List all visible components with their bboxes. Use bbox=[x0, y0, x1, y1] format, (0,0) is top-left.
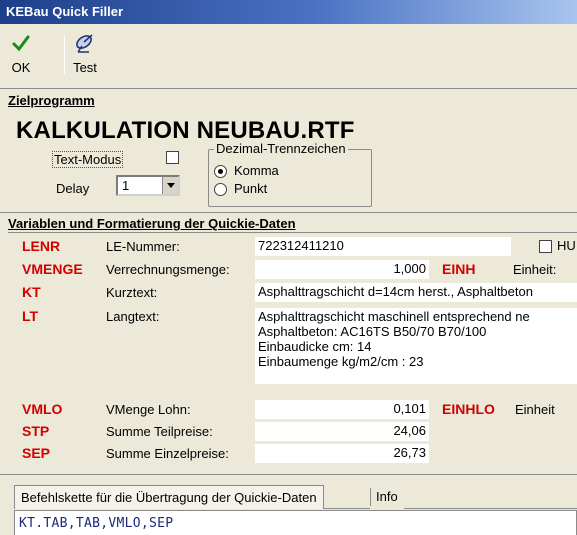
code-sep: SEP bbox=[22, 445, 51, 461]
radio-punkt[interactable] bbox=[214, 183, 227, 196]
lt-line: Asphaltbeton: AC16TS B50/70 B70/100 bbox=[258, 324, 487, 339]
label-stp: Summe Teilpreise: bbox=[106, 424, 213, 439]
lt-line: Asphalttragschicht maschinell entspreche… bbox=[258, 309, 530, 324]
tab-command-chain[interactable]: Befehlskette für die Übertragung der Qui… bbox=[14, 485, 324, 509]
satellite-dish-icon bbox=[76, 34, 93, 53]
test-button[interactable]: Test bbox=[68, 30, 102, 82]
label-lenr: LE-Nummer: bbox=[106, 239, 180, 254]
tab-strip: Befehlskette für die Übertragung der Qui… bbox=[14, 485, 577, 509]
radio-punkt-label: Punkt bbox=[234, 181, 268, 196]
label-lt: Langtext: bbox=[106, 309, 160, 324]
hu-checkbox[interactable] bbox=[539, 240, 552, 253]
label-vmlo: VMenge Lohn: bbox=[106, 402, 191, 417]
label-vmenge: Verrechnungsmenge: bbox=[106, 262, 230, 277]
radio-komma-label: Komma bbox=[234, 163, 279, 178]
lt-line: Einbaudicke cm: 14 bbox=[258, 339, 372, 354]
lt-line: Einbaumenge kg/m2/cm : 23 bbox=[258, 354, 424, 369]
value-kt[interactable]: Asphalttragschicht d=14cm herst., Asphal… bbox=[255, 283, 577, 302]
divider bbox=[0, 212, 577, 213]
variables-section-title: Variablen und Formatierung der Quickie-D… bbox=[8, 216, 296, 231]
target-section-title: Zielprogramm bbox=[8, 93, 95, 108]
delay-label: Delay bbox=[56, 181, 90, 196]
delay-select[interactable]: 1 bbox=[116, 175, 180, 196]
code-lt: LT bbox=[22, 308, 39, 324]
app-window: KEBau Quick Filler OK Test Zielprogramm … bbox=[0, 0, 577, 535]
label-einheit: Einheit: bbox=[513, 262, 557, 277]
value-lenr[interactable]: 722312411210 bbox=[255, 237, 511, 256]
decimal-group-title: Dezimal-Trennzeichen bbox=[214, 141, 348, 156]
title-bar: KEBau Quick Filler bbox=[0, 0, 577, 24]
code-kt: KT bbox=[22, 284, 41, 300]
window-title: KEBau Quick Filler bbox=[6, 4, 124, 19]
code-vmenge: VMENGE bbox=[22, 261, 83, 277]
checkmark-icon bbox=[12, 35, 30, 52]
toolbar: OK Test bbox=[0, 24, 577, 86]
chevron-down-icon[interactable] bbox=[162, 177, 178, 194]
code-lenr: LENR bbox=[22, 238, 61, 254]
divider bbox=[0, 474, 577, 475]
label-einheit-lohn: Einheit bbox=[515, 402, 555, 417]
value-stp[interactable]: 24,06 bbox=[255, 422, 429, 441]
divider bbox=[0, 88, 577, 89]
label-sep: Summe Einzelpreise: bbox=[106, 446, 229, 461]
code-vmlo: VMLO bbox=[22, 401, 63, 417]
ok-label: OK bbox=[11, 60, 31, 75]
command-chain-text: KT.TAB,TAB,VMLO,SEP bbox=[19, 516, 174, 531]
command-chain-editor[interactable]: KT.TAB,TAB,VMLO,SEP bbox=[14, 510, 577, 535]
value-sep[interactable]: 26,73 bbox=[255, 444, 429, 463]
tab-divider bbox=[370, 488, 371, 506]
value-vmlo[interactable]: 0,101 bbox=[255, 400, 429, 419]
delay-value: 1 bbox=[122, 178, 130, 193]
decimal-separator-group bbox=[208, 149, 372, 207]
toolbar-separator bbox=[64, 36, 65, 74]
hu-label: HU bbox=[557, 238, 576, 253]
code-einhlo: EINHLO bbox=[442, 401, 495, 417]
code-einh: EINH bbox=[442, 261, 476, 277]
value-lt[interactable]: Asphalttragschicht maschinell entspreche… bbox=[255, 308, 577, 384]
code-stp: STP bbox=[22, 423, 50, 439]
label-kt: Kurztext: bbox=[106, 285, 158, 300]
ok-button[interactable]: OK bbox=[8, 30, 34, 82]
tab-info[interactable]: Info bbox=[370, 485, 404, 509]
divider bbox=[8, 232, 577, 233]
text-mode-label: Text-Modus bbox=[52, 151, 124, 168]
value-vmenge[interactable]: 1,000 bbox=[255, 260, 429, 279]
test-label: Test bbox=[73, 60, 97, 75]
text-mode-checkbox[interactable] bbox=[166, 151, 179, 164]
radio-komma[interactable] bbox=[214, 165, 227, 178]
